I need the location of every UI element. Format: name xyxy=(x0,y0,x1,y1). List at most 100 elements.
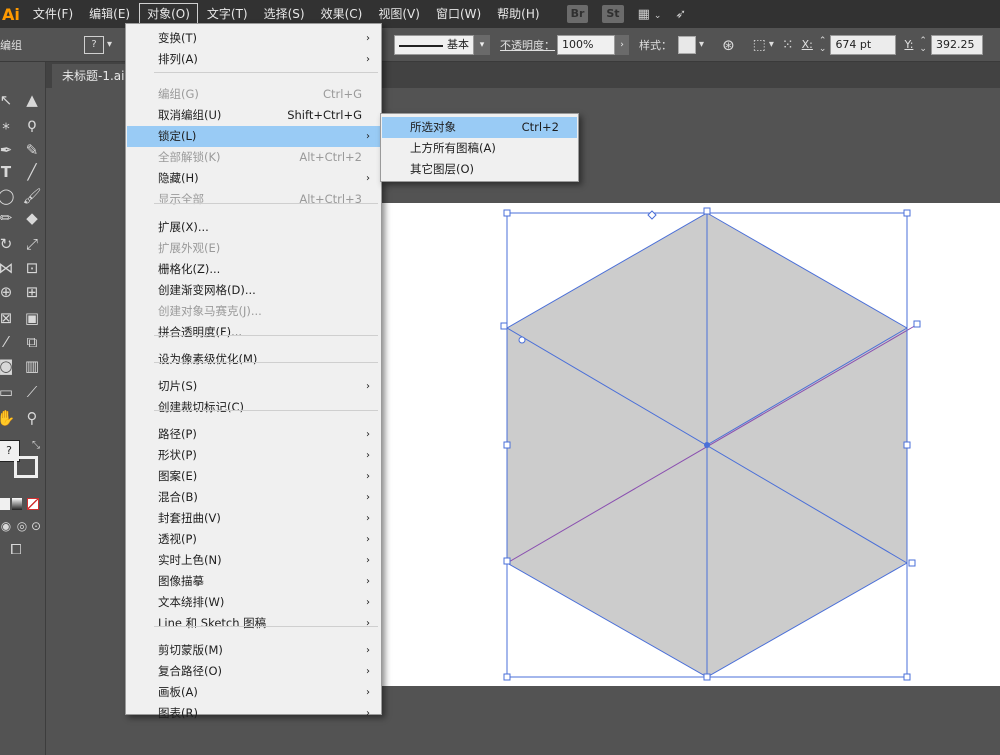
recolor-artwork-icon[interactable]: ⊛ xyxy=(722,36,735,54)
object-menu-item[interactable]: 切片(S) › xyxy=(127,376,380,397)
pencil-tool-icon[interactable]: ✏ xyxy=(0,208,16,228)
type-tool-icon[interactable]: T xyxy=(0,162,16,182)
gradient-tool-icon[interactable]: ▣ xyxy=(22,308,42,328)
object-menu-item[interactable]: 图像描摹 › xyxy=(127,571,380,592)
free-transform-tool-icon[interactable]: ⊡ xyxy=(22,258,42,278)
object-menu-item[interactable]: 实时上色(N) › xyxy=(127,550,380,571)
object-menu-item[interactable]: 形状(P) › xyxy=(127,445,380,466)
graphic-style-swatch[interactable] xyxy=(678,35,697,54)
opacity-input[interactable]: 100% xyxy=(557,34,616,55)
x-stepper-icon[interactable]: ⌃ ⌄ xyxy=(819,36,827,53)
object-menu-item[interactable]: 变换(T) › xyxy=(127,28,380,49)
scale-tool-icon[interactable]: ⤢ xyxy=(22,234,42,254)
object-menu-item[interactable]: 图表(R) › xyxy=(127,703,380,724)
menu-item-label: 封套扭曲(V) xyxy=(158,511,221,525)
object-menu-item[interactable]: 画板(A) › xyxy=(127,682,380,703)
object-menu-item[interactable]: 剪切蒙版(M) › xyxy=(127,640,380,661)
mesh-tool-icon[interactable]: ⊠ xyxy=(0,308,16,328)
y-stepper-icon[interactable]: ⌃ ⌄ xyxy=(919,36,927,53)
rotate-tool-icon[interactable]: ↻ xyxy=(0,234,16,254)
object-menu-item[interactable]: 扩展(X)... xyxy=(127,217,380,238)
object-menu-item[interactable]: 隐藏(H) › xyxy=(127,168,380,189)
object-menu-item[interactable]: 设为像素级优化(M) xyxy=(127,349,380,370)
object-menu-item[interactable]: 路径(P) › xyxy=(127,424,380,445)
object-menu-item[interactable]: 图案(E) › xyxy=(127,466,380,487)
menu-help[interactable]: 帮助(H) xyxy=(490,3,546,25)
menu-file[interactable]: 文件(F) xyxy=(26,3,80,25)
slice-tool-icon[interactable]: ⟋ xyxy=(22,382,42,402)
bridge-button[interactable]: Br xyxy=(566,5,589,23)
stroke-style-dropdown-icon[interactable]: ▾ xyxy=(474,34,491,55)
object-menu-item[interactable]: 编组(G) Ctrl+G xyxy=(127,84,380,105)
ellipse-tool-icon[interactable]: ◯ xyxy=(0,186,16,206)
reference-point-icon[interactable]: ⁙ xyxy=(782,37,794,53)
opacity-arrow-icon[interactable]: › xyxy=(615,34,630,55)
stock-button[interactable]: St xyxy=(602,5,624,23)
object-menu-item[interactable]: 创建渐变网格(D)... xyxy=(127,280,380,301)
color-mode-icon[interactable] xyxy=(0,498,10,510)
align-to-selection-icon[interactable]: ⬚ xyxy=(753,37,766,53)
artboard[interactable] xyxy=(378,203,1000,686)
stroke-color-swatch[interactable] xyxy=(14,456,38,478)
object-menu-item[interactable]: 创建对象马赛克(J)... xyxy=(127,301,380,322)
menu-object[interactable]: 对象(O) xyxy=(139,3,198,25)
object-menu-item[interactable]: 封套扭曲(V) › xyxy=(127,508,380,529)
object-menu-item[interactable]: 显示全部 Alt+Ctrl+3 xyxy=(127,189,380,210)
eraser-tool-icon[interactable]: ◆ xyxy=(22,208,42,228)
swap-colors-icon[interactable]: ⤡ xyxy=(26,436,46,456)
paintbrush-tool-icon[interactable]: 🖌 xyxy=(22,186,42,206)
blend-tool-icon[interactable]: ⧉ xyxy=(22,332,42,352)
menu-view[interactable]: 视图(V) xyxy=(371,3,427,25)
lasso-tool-icon[interactable]: ϙ xyxy=(22,114,42,134)
menu-window[interactable]: 窗口(W) xyxy=(429,3,488,25)
object-menu-item[interactable]: 复合路径(O) › xyxy=(127,661,380,682)
perspective-grid-tool-icon[interactable]: ⊞ xyxy=(22,282,42,302)
width-tool-icon[interactable]: ⋈ xyxy=(0,258,16,278)
object-menu-item[interactable]: Line 和 Sketch 图稿 › xyxy=(127,613,380,634)
object-menu-item[interactable]: 取消编组(U) Shift+Ctrl+G xyxy=(127,105,380,126)
menu-edit[interactable]: 编辑(E) xyxy=(82,3,137,25)
x-input[interactable]: 674 pt xyxy=(830,34,897,55)
eyedropper-tool-icon[interactable]: ⁄ xyxy=(0,332,16,352)
zoom-tool-icon[interactable]: ⚲ xyxy=(22,408,42,428)
style-dropdown-icon[interactable]: ▾ xyxy=(699,39,704,50)
shape-builder-tool-icon[interactable]: ⊕ xyxy=(0,282,16,302)
gradient-mode-icon[interactable] xyxy=(12,498,22,510)
object-menu-item[interactable]: 创建裁切标记(C) xyxy=(127,397,380,418)
object-menu-item[interactable]: 透视(P) › xyxy=(127,529,380,550)
fill-none-icon[interactable]: ? xyxy=(84,35,104,54)
none-mode-icon[interactable] xyxy=(27,498,39,510)
lock-submenu-item[interactable]: 其它图层(O) xyxy=(382,159,577,180)
selection-tool-icon[interactable]: ▲ xyxy=(22,90,42,110)
object-menu-item[interactable]: 排列(A) › xyxy=(127,49,380,70)
object-menu-item[interactable]: 文本绕排(W) › xyxy=(127,592,380,613)
screen-mode-icon[interactable]: ⧠ xyxy=(6,540,26,560)
object-menu-item[interactable]: 锁定(L) › xyxy=(127,126,380,147)
object-menu-item[interactable]: 栅格化(Z)... xyxy=(127,259,380,280)
column-graph-tool-icon[interactable]: ▥ xyxy=(22,356,42,376)
lock-submenu-item[interactable]: 所选对象 Ctrl+2 xyxy=(382,117,577,138)
line-tool-icon[interactable]: ╱ xyxy=(22,162,42,182)
menu-select[interactable]: 选择(S) xyxy=(257,3,312,25)
workspace-layout-icon[interactable]: ▦ ⌄ xyxy=(638,7,662,22)
align-dropdown-icon[interactable]: ▾ xyxy=(769,39,774,50)
object-menu-item[interactable]: 拼合透明度(F)... xyxy=(127,322,380,343)
pen-tool-icon[interactable]: ✒ xyxy=(0,140,16,160)
menu-effect[interactable]: 效果(C) xyxy=(314,3,370,25)
magic-wand-tool-icon[interactable]: ⁎ xyxy=(0,114,16,134)
artboard-tool-icon[interactable]: ▭ xyxy=(0,382,16,402)
direct-selection-tool-icon[interactable]: ↖ xyxy=(0,90,16,110)
draw-inside-icon[interactable]: ⊙ xyxy=(26,516,46,536)
y-input[interactable]: 392.25 xyxy=(930,34,983,55)
object-menu-item[interactable]: 扩展外观(E) xyxy=(127,238,380,259)
menu-type[interactable]: 文字(T) xyxy=(200,3,255,25)
lock-submenu-item[interactable]: 上方所有图稿(A) xyxy=(382,138,577,159)
curvature-tool-icon[interactable]: ✎ xyxy=(22,140,42,160)
hand-tool-icon[interactable]: ✋ xyxy=(0,408,16,428)
stroke-style-select[interactable]: 基本 xyxy=(394,34,475,55)
fill-dropdown-icon[interactable]: ▾ xyxy=(107,39,112,50)
symbol-sprayer-tool-icon[interactable]: ◙ xyxy=(0,356,16,376)
gpu-rocket-icon[interactable]: ➶ xyxy=(675,7,686,22)
object-menu-item[interactable]: 全部解锁(K) Alt+Ctrl+2 xyxy=(127,147,380,168)
object-menu-item[interactable]: 混合(B) › xyxy=(127,487,380,508)
